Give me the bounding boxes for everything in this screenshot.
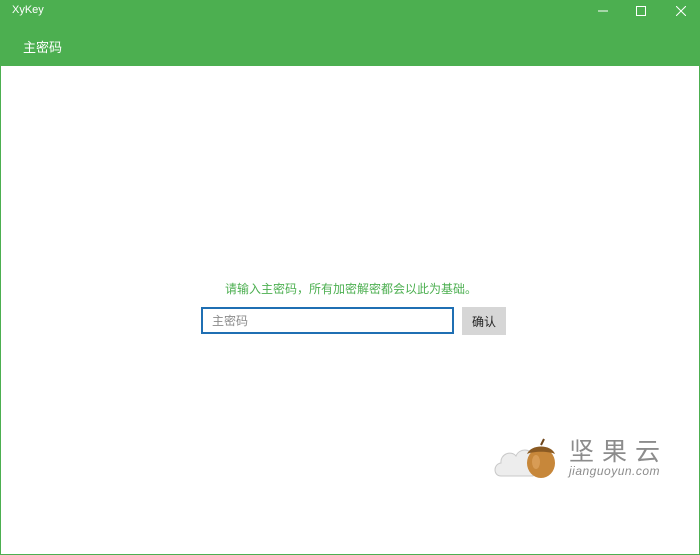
watermark: 坚果云 jianguoyun.com [491, 428, 681, 488]
maximize-icon [636, 6, 646, 16]
close-icon [676, 6, 686, 16]
master-password-prompt: 请输入主密码，所有加密解密都会以此为基础。 [224, 282, 477, 296]
page-title: 主密码 [23, 41, 63, 56]
app-title: XyKey [12, 4, 44, 16]
minimize-icon [598, 10, 608, 12]
confirm-button[interactable]: 确认 [462, 307, 506, 335]
watermark-text: 坚果云 [569, 437, 669, 466]
acorn-cloud-logo [494, 438, 555, 478]
watermark-subtext: jianguoyun.com [569, 464, 661, 478]
close-button[interactable] [659, 0, 699, 22]
master-password-input[interactable] [201, 307, 454, 334]
title-bar: XyKey 主密码 [1, 0, 699, 66]
app-window: XyKey 主密码 请输入主密码，所有加密解密都会以此为基础。 确认 坚果云 j… [0, 0, 700, 555]
maximize-button[interactable] [619, 0, 663, 22]
